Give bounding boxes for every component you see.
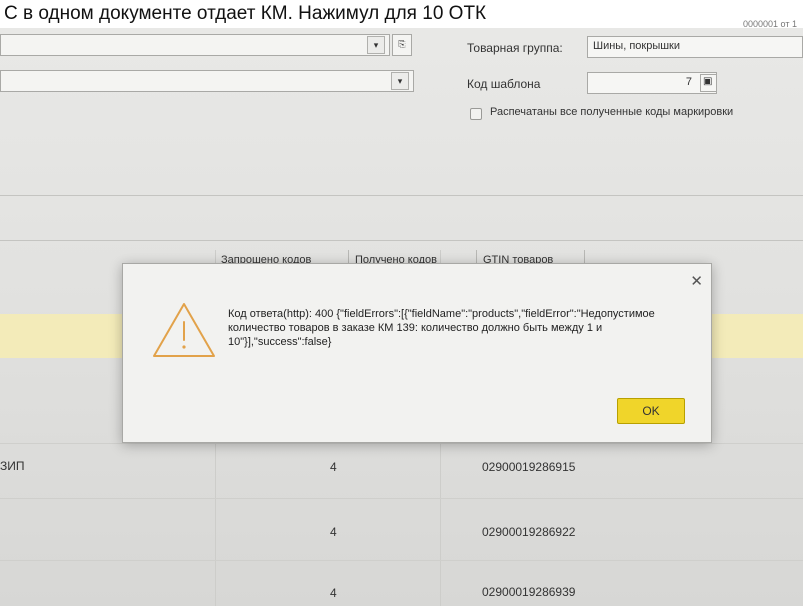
row-qty-cell: 4 (330, 460, 337, 474)
error-dialog: ✕ Код ответа(http): 400 {"fieldErrors":[… (122, 263, 712, 443)
app-screen: С в одном документе отдает КМ. Нажимул д… (0, 0, 803, 606)
row-divider (0, 443, 803, 444)
row-divider (0, 498, 803, 499)
combo-dropdown-button[interactable]: ▾ (367, 36, 385, 54)
organization-combo[interactable]: ▾ (0, 34, 390, 56)
row-left-cell: ЗИП (0, 459, 25, 473)
tab-area-divider (0, 240, 803, 241)
row-qty-cell: 4 (330, 525, 337, 539)
combo-dropdown-button-2[interactable]: ▾ (391, 72, 409, 90)
row-code-cell: 02900019286915 (482, 460, 576, 474)
error-message: Код ответа(http): 400 {"fieldErrors":[{"… (228, 308, 655, 348)
close-icon[interactable]: ✕ (690, 274, 703, 289)
warehouse-combo[interactable]: ▾ (0, 70, 414, 92)
printed-codes-label: Распечатаны все полученные коды маркиров… (490, 106, 734, 118)
row-qty-cell: 4 (330, 586, 337, 600)
product-group-field[interactable]: Шины, покрышки (587, 36, 803, 58)
row-divider (0, 560, 803, 561)
template-code-select-button[interactable]: ▣ (700, 74, 717, 92)
warning-icon (153, 303, 215, 357)
ok-button[interactable]: OK (617, 398, 685, 424)
link-icon: ⎘ (398, 39, 406, 49)
row-code-cell: 02900019286922 (482, 525, 576, 539)
printed-codes-checkbox[interactable] (470, 108, 482, 120)
template-code-label: Код шаблона (467, 77, 541, 91)
template-code-field[interactable]: 7 (587, 72, 717, 94)
product-group-label: Товарная группа: (467, 41, 563, 55)
caption-tail: 0000001 от 1 (743, 19, 797, 28)
form-divider (0, 195, 803, 196)
photo-caption: С в одном документе отдает КМ. Нажимул д… (0, 0, 803, 28)
row-code-cell: 02900019286939 (482, 585, 576, 599)
open-link-button[interactable]: ⎘ (392, 34, 412, 56)
caption-text: С в одном документе отдает КМ. Нажимул д… (4, 3, 487, 24)
